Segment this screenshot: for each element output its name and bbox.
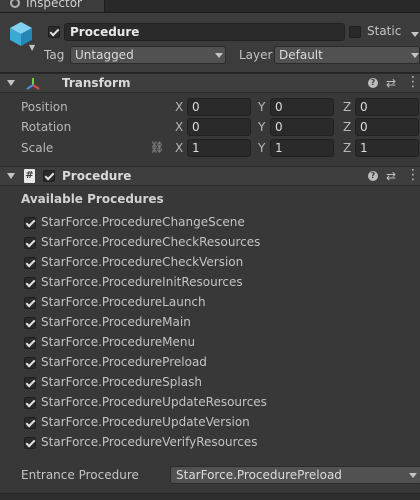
rotation-label: Rotation bbox=[21, 120, 72, 134]
axis-x-label[interactable]: X bbox=[175, 120, 183, 134]
procedure-checkbox[interactable] bbox=[24, 277, 36, 289]
procedure-label: StarForce.ProcedureVerifyResources bbox=[41, 435, 258, 449]
procedure-label: StarForce.ProcedureLaunch bbox=[41, 295, 206, 309]
foldout-arrow-icon[interactable] bbox=[7, 80, 15, 86]
procedure-component-header[interactable]: # Procedure ? ⇄ ⋮ bbox=[0, 166, 420, 186]
chevron-down-icon bbox=[411, 53, 419, 58]
axis-z-label[interactable]: Z bbox=[343, 141, 351, 155]
link-icon[interactable]: ⛓ bbox=[150, 141, 164, 154]
chevron-down-icon bbox=[215, 53, 223, 58]
component-enabled-checkbox[interactable] bbox=[43, 170, 55, 182]
tab-bar: Inspector bbox=[0, 0, 420, 13]
static-checkbox[interactable] bbox=[349, 26, 361, 38]
static-label: Static bbox=[367, 24, 402, 38]
procedure-label: StarForce.ProcedureUpdateResources bbox=[41, 395, 267, 409]
tab-inspector-label: Inspector bbox=[26, 0, 82, 10]
transform-header[interactable]: Transform ? ⇄ ⋮ bbox=[0, 73, 420, 93]
preset-icon[interactable]: ⇄ bbox=[386, 169, 396, 183]
procedure-label: StarForce.ProcedureInitResources bbox=[41, 275, 243, 289]
layer-label: Layer bbox=[239, 48, 273, 62]
available-procedures-title: Available Procedures bbox=[21, 192, 164, 206]
static-dropdown-arrow[interactable] bbox=[411, 32, 419, 37]
position-x-field[interactable]: 0 bbox=[187, 98, 251, 116]
entrance-procedure-value: StarForce.ProcedurePreload bbox=[176, 468, 342, 482]
procedure-checkbox[interactable] bbox=[24, 237, 36, 249]
chevron-down-icon bbox=[409, 473, 417, 478]
game-object-header: ▼ Procedure Static Tag Untagged Layer De… bbox=[0, 13, 420, 73]
transform-icon bbox=[26, 78, 40, 90]
layer-dropdown[interactable]: Default bbox=[274, 46, 420, 64]
menu-icon[interactable]: ⋮ bbox=[406, 167, 420, 183]
position-z-field[interactable]: 0 bbox=[355, 98, 419, 116]
rotation-z-field[interactable]: 0 bbox=[355, 118, 419, 136]
tab-inspector[interactable]: Inspector bbox=[0, 0, 105, 12]
object-name-field[interactable]: Procedure bbox=[64, 23, 345, 41]
axis-x-label[interactable]: X bbox=[175, 100, 183, 114]
procedure-checkbox[interactable] bbox=[24, 417, 36, 429]
entrance-procedure-dropdown[interactable]: StarForce.ProcedurePreload bbox=[170, 466, 420, 484]
procedure-checkbox[interactable] bbox=[24, 397, 36, 409]
procedure-checkbox[interactable] bbox=[24, 217, 36, 229]
axis-y-label[interactable]: Y bbox=[258, 141, 265, 155]
procedure-component-title: Procedure bbox=[62, 169, 132, 183]
procedure-label: StarForce.ProcedurePreload bbox=[41, 355, 207, 369]
script-icon: # bbox=[24, 169, 35, 183]
procedure-checkbox[interactable] bbox=[24, 357, 36, 369]
layer-value: Default bbox=[279, 48, 323, 62]
procedure-label: StarForce.ProcedureChangeScene bbox=[41, 215, 245, 229]
info-icon bbox=[10, 0, 20, 8]
tag-value: Untagged bbox=[75, 48, 134, 62]
procedure-label: StarForce.ProcedureMain bbox=[41, 315, 191, 329]
procedure-label: StarForce.ProcedureCheckVersion bbox=[41, 255, 244, 269]
scale-x-field[interactable]: 1 bbox=[187, 139, 251, 157]
axis-x-label[interactable]: X bbox=[175, 141, 183, 155]
axis-y-label[interactable]: Y bbox=[258, 120, 265, 134]
scale-z-field[interactable]: 1 bbox=[355, 139, 419, 157]
rotation-x-field[interactable]: 0 bbox=[187, 118, 251, 136]
inspector-panel: Inspector ▼ Procedure Static Tag Untagge… bbox=[0, 0, 420, 500]
axis-z-label[interactable]: Z bbox=[343, 100, 351, 114]
entrance-procedure-label: Entrance Procedure bbox=[21, 468, 139, 482]
icon-dropdown-arrow[interactable]: ▼ bbox=[29, 43, 35, 52]
position-label: Position bbox=[21, 100, 68, 114]
transform-title: Transform bbox=[62, 76, 131, 90]
foldout-arrow-icon[interactable] bbox=[7, 173, 15, 179]
procedure-checkbox[interactable] bbox=[24, 317, 36, 329]
scale-label: Scale bbox=[21, 141, 54, 155]
procedure-label: StarForce.ProcedureMenu bbox=[41, 335, 196, 349]
procedure-checkbox[interactable] bbox=[24, 377, 36, 389]
rotation-y-field[interactable]: 0 bbox=[270, 118, 334, 136]
position-y-field[interactable]: 0 bbox=[270, 98, 334, 116]
axis-z-label[interactable]: Z bbox=[343, 120, 351, 134]
bottom-divider bbox=[0, 493, 420, 500]
active-toggle[interactable] bbox=[48, 26, 60, 38]
help-icon[interactable]: ? bbox=[368, 78, 378, 88]
procedure-checkbox[interactable] bbox=[24, 257, 36, 269]
procedure-label: StarForce.ProcedureCheckResources bbox=[41, 235, 261, 249]
procedure-checkbox[interactable] bbox=[24, 297, 36, 309]
preset-icon[interactable]: ⇄ bbox=[386, 76, 396, 90]
help-icon[interactable]: ? bbox=[368, 171, 378, 181]
procedure-label: StarForce.ProcedureSplash bbox=[41, 375, 202, 389]
procedure-checkbox[interactable] bbox=[24, 437, 36, 449]
menu-icon[interactable]: ⋮ bbox=[406, 74, 420, 90]
tag-dropdown[interactable]: Untagged bbox=[70, 46, 226, 64]
scale-y-field[interactable]: 1 bbox=[270, 139, 334, 157]
axis-y-label[interactable]: Y bbox=[258, 100, 265, 114]
tag-label: Tag bbox=[44, 48, 65, 62]
procedure-label: StarForce.ProcedureUpdateVersion bbox=[41, 415, 250, 429]
procedure-checkbox[interactable] bbox=[24, 337, 36, 349]
